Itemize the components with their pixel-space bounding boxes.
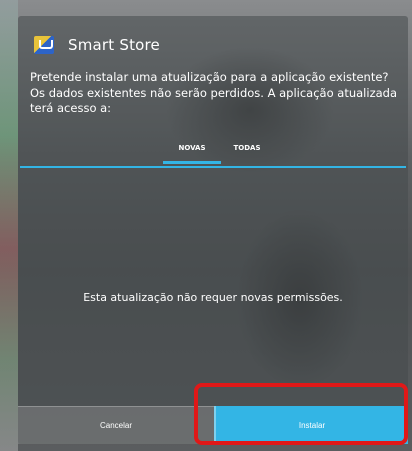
tab-novas[interactable]: NOVAS: [163, 138, 221, 164]
background-edge: [0, 0, 18, 451]
cancel-button[interactable]: Cancelar: [18, 406, 214, 444]
permissions-tabs: NOVAS TODAS: [163, 138, 273, 164]
install-update-dialog: Smart Store Pretende instalar uma atuali…: [18, 16, 408, 444]
smart-store-icon: [34, 36, 54, 54]
install-button[interactable]: Instalar: [214, 406, 408, 444]
dialog-button-bar: Cancelar Instalar: [18, 406, 408, 444]
no-permissions-text: Esta atualização não requer novas permis…: [83, 291, 343, 304]
tab-todas[interactable]: TODAS: [221, 138, 273, 164]
tabs-divider: [20, 166, 406, 168]
dialog-title-bar: Smart Store: [34, 30, 160, 60]
dialog-title: Smart Store: [68, 36, 160, 54]
dialog-message: Pretende instalar uma atualização para a…: [30, 70, 397, 115]
